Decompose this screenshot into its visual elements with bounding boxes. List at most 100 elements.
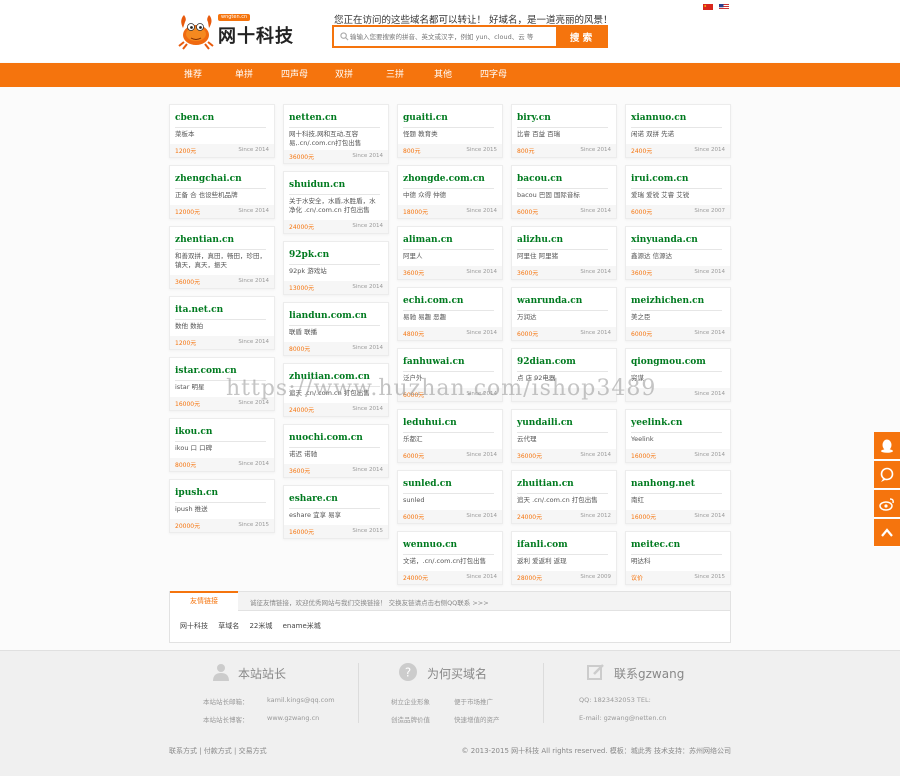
domain-card[interactable]: yeelink.cn Yeelink 16000元 Since 2014 bbox=[625, 409, 731, 463]
tab-friend-links[interactable]: 友情链接 bbox=[170, 591, 238, 611]
domain-name[interactable]: qiongmou.com bbox=[631, 357, 706, 367]
domain-card[interactable]: irui.com.cn 爱瑞 爱锐 艾睿 艾锐 6000元 Since 2007 bbox=[625, 165, 731, 219]
domain-name[interactable]: xiannuo.cn bbox=[631, 113, 686, 123]
domain-name[interactable]: alizhu.cn bbox=[517, 235, 563, 245]
domain-name[interactable]: aliman.cn bbox=[403, 235, 453, 245]
domain-card[interactable]: nuochi.com.cn 诺迟 诺驰 3600元 Since 2014 bbox=[283, 424, 389, 478]
card-footer: 1200元 Since 2014 bbox=[170, 336, 274, 349]
domain-name[interactable]: liandun.com.cn bbox=[289, 311, 367, 321]
domain-name[interactable]: yeelink.cn bbox=[631, 418, 682, 428]
domain-name[interactable]: fanhuwai.cn bbox=[403, 357, 465, 367]
domain-card[interactable]: aliman.cn 阿里人 3600元 Since 2014 bbox=[397, 226, 503, 280]
domain-card[interactable]: eshare.cn eshare 宜享 易享 16000元 Since 2015 bbox=[283, 485, 389, 539]
domain-name[interactable]: biry.cn bbox=[517, 113, 551, 123]
domain-card[interactable]: shuidun.cn 关于水安全，水盾,水胜盾，水净化 .cn/.com.cn 打… bbox=[283, 171, 389, 234]
friend-links-note[interactable]: 诚征友情链接，欢迎优秀网站与我们交换链接！ 交换友链请点击右侧QQ联系 >>> bbox=[250, 597, 489, 607]
domain-card[interactable]: zhuitian.cn 追天 .cn/.com.cn 打包出售 24000元 Sinc… bbox=[511, 470, 617, 524]
domain-card[interactable]: zhongde.com.cn 中德 众得 仲德 18000元 Since 2014 bbox=[397, 165, 503, 219]
nav-item[interactable]: 四字母 bbox=[480, 63, 507, 87]
domain-card[interactable]: ipush.cn ipush 推送 20000元 Since 2015 bbox=[169, 479, 275, 533]
domain-card[interactable]: 92pk.cn 92pk 游戏站 13000元 Since 2014 bbox=[283, 241, 389, 295]
nav-item[interactable]: 单拼 bbox=[235, 63, 253, 87]
domain-name[interactable]: sunled.cn bbox=[403, 479, 452, 489]
footer-links[interactable]: 联系方式 | 付款方式 | 交易方式 bbox=[169, 746, 267, 756]
domain-name[interactable]: zhentian.cn bbox=[175, 235, 234, 245]
domain-name[interactable]: yundaili.cn bbox=[517, 418, 573, 428]
domain-name[interactable]: meizhichen.cn bbox=[631, 296, 704, 306]
friend-link[interactable]: 网十科技 bbox=[180, 622, 208, 630]
contact-email[interactable]: E-mail: gzwang@netten.cn bbox=[579, 714, 666, 722]
domain-card[interactable]: alizhu.cn 阿里住 阿里猪 3600元 Since 2014 bbox=[511, 226, 617, 280]
domain-name[interactable]: shuidun.cn bbox=[289, 180, 345, 190]
search-input[interactable] bbox=[350, 28, 554, 45]
domain-name[interactable]: 92pk.cn bbox=[289, 250, 329, 260]
domain-name[interactable]: ita.net.cn bbox=[175, 305, 223, 315]
domain-card[interactable]: meizhichen.cn 美之臣 6000元 Since 2014 bbox=[625, 287, 731, 341]
site-logo[interactable]: wngten.cn 网十科技 bbox=[178, 10, 314, 50]
domain-card[interactable]: nanhong.net 南红 16000元 Since 2014 bbox=[625, 470, 731, 524]
domain-name[interactable]: 92dian.com bbox=[517, 357, 576, 367]
domain-card[interactable]: zhengchai.cn 正备 合 也设些机品牌 12000元 Since 2014 bbox=[169, 165, 275, 219]
nav-item[interactable]: 三拼 bbox=[386, 63, 404, 87]
domain-card[interactable]: xiannuo.cn 闲诺 双拼 先诺 2400元 Since 2014 bbox=[625, 104, 731, 158]
owner-email[interactable]: kamil.kings@qq.com bbox=[267, 696, 335, 704]
domain-card[interactable]: cben.cn 菜板本 1200元 Since 2014 bbox=[169, 104, 275, 158]
domain-name[interactable]: zhongde.com.cn bbox=[403, 174, 485, 184]
domain-card[interactable]: zhentian.cn 和善双拼，真田，畅田，珍田，镇天，真天，振天 36000元 S… bbox=[169, 226, 275, 289]
friend-link[interactable]: 草域名 bbox=[218, 622, 239, 630]
domain-name[interactable]: leduhui.cn bbox=[403, 418, 457, 428]
domain-name[interactable]: ikou.cn bbox=[175, 427, 212, 437]
domain-card[interactable]: ifanli.com 返利 爱返利 返现 28000元 Since 2009 bbox=[511, 531, 617, 585]
friend-link[interactable]: 22米城 bbox=[249, 622, 272, 630]
domain-name[interactable]: bacou.cn bbox=[517, 174, 562, 184]
back-to-top-button[interactable] bbox=[874, 519, 900, 547]
domain-name[interactable]: nanhong.net bbox=[631, 479, 695, 489]
domain-name[interactable]: cben.cn bbox=[175, 113, 214, 123]
domain-name[interactable]: xinyuanda.cn bbox=[631, 235, 698, 245]
friend-link[interactable]: ename米城 bbox=[283, 622, 321, 630]
domain-name[interactable]: wennuo.cn bbox=[403, 540, 457, 550]
domain-name[interactable]: zhuitian.cn bbox=[517, 479, 574, 489]
domain-name[interactable]: echi.com.cn bbox=[403, 296, 463, 306]
nav-item[interactable]: 其他 bbox=[434, 63, 452, 87]
domain-card[interactable]: yundaili.cn 云代理 36000元 Since 2014 bbox=[511, 409, 617, 463]
nav-item[interactable]: 四声母 bbox=[281, 63, 308, 87]
domain-card[interactable]: biry.cn 比睿 百益 百瑞 800元 Since 2014 bbox=[511, 104, 617, 158]
domain-card[interactable]: guaiti.cn 怪题 教育类 800元 Since 2015 bbox=[397, 104, 503, 158]
domain-name[interactable]: eshare.cn bbox=[289, 494, 338, 504]
domain-name[interactable]: meitec.cn bbox=[631, 540, 680, 550]
domain-card[interactable]: ita.net.cn 数他 数拍 1200元 Since 2014 bbox=[169, 296, 275, 350]
domain-card[interactable]: ikou.cn ikou 口 口碑 8000元 Since 2014 bbox=[169, 418, 275, 472]
friend-links-list: 网十科技 草域名 22米城 ename米城 bbox=[180, 621, 329, 631]
domain-card[interactable]: xinyuanda.cn 鑫源达 信源达 3600元 Since 2014 bbox=[625, 226, 731, 280]
domain-card[interactable]: wennuo.cn 文诺，.cn/.com.cn打包出售 24000元 Since 2… bbox=[397, 531, 503, 585]
domain-card[interactable]: echi.com.cn 易驰 易趣 恶趣 4800元 Since 2014 bbox=[397, 287, 503, 341]
domain-name[interactable]: netten.cn bbox=[289, 113, 337, 123]
owner-blog[interactable]: www.gzwang.cn bbox=[267, 714, 319, 722]
domain-name[interactable]: wanrunda.cn bbox=[517, 296, 582, 306]
domain-card[interactable]: meitec.cn 明达科 议价 Since 2015 bbox=[625, 531, 731, 585]
search-button[interactable]: 搜 索 bbox=[556, 27, 606, 46]
wangwang-contact-button[interactable] bbox=[874, 461, 900, 489]
weibo-button[interactable] bbox=[874, 490, 900, 518]
nav-item[interactable]: 双拼 bbox=[335, 63, 353, 87]
domain-card[interactable]: leduhui.cn 乐都汇 6000元 Since 2014 bbox=[397, 409, 503, 463]
chinese-flag-icon[interactable] bbox=[703, 4, 713, 10]
domain-card[interactable]: liandun.com.cn 联盾 联播 8000元 Since 2014 bbox=[283, 302, 389, 356]
domain-name[interactable]: ifanli.com bbox=[517, 540, 568, 550]
domain-card[interactable]: sunled.cn sunled 6000元 Since 2014 bbox=[397, 470, 503, 524]
domain-name[interactable]: nuochi.com.cn bbox=[289, 433, 363, 443]
english-flag-icon[interactable] bbox=[719, 4, 729, 10]
domain-name[interactable]: istar.com.cn bbox=[175, 366, 237, 376]
domain-name[interactable]: irui.com.cn bbox=[631, 174, 688, 184]
card-divider bbox=[175, 127, 266, 128]
domain-card[interactable]: wanrunda.cn 万润达 6000元 Since 2014 bbox=[511, 287, 617, 341]
domain-card[interactable]: bacou.cn bacou 巴固 国际音标 6000元 Since 2014 bbox=[511, 165, 617, 219]
domain-name[interactable]: guaiti.cn bbox=[403, 113, 448, 123]
domain-card[interactable]: netten.cn 网十科技,网和互动,互容易,.cn/.com.cn打包出售 36… bbox=[283, 104, 389, 164]
domain-name[interactable]: zhengchai.cn bbox=[175, 174, 242, 184]
nav-item[interactable]: 推荐 bbox=[184, 63, 202, 87]
qq-contact-button[interactable] bbox=[874, 432, 900, 460]
domain-name[interactable]: ipush.cn bbox=[175, 488, 218, 498]
card-footer: 议价 Since 2015 bbox=[626, 571, 730, 584]
